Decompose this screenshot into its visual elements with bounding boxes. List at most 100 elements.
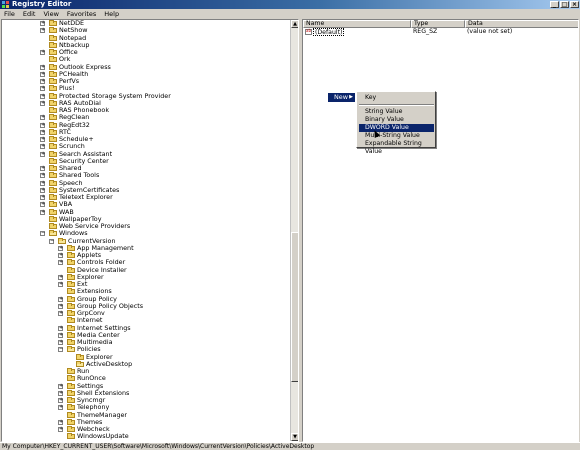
menu-item-string-value[interactable]: String Value <box>359 108 434 116</box>
expand-icon[interactable]: + <box>58 274 63 280</box>
tree-node[interactable]: Extensions <box>2 288 290 295</box>
menu-item-dword-value[interactable]: DWORD Value <box>359 124 434 132</box>
tree-node[interactable]: + WAB <box>2 208 290 216</box>
tree-vertical-scrollbar[interactable]: ▲ ▼ <box>290 20 298 441</box>
expand-icon[interactable]: + <box>40 71 45 77</box>
tree-node[interactable]: + Internet Settings <box>2 324 290 332</box>
expand-icon[interactable]: + <box>58 419 63 425</box>
tree-node[interactable]: Explorer <box>2 353 290 361</box>
tree-node[interactable]: + Multimedia <box>2 338 290 346</box>
collapse-icon[interactable]: − <box>49 238 54 244</box>
tree-node[interactable]: + Webcheck <box>2 425 290 433</box>
expand-icon[interactable]: + <box>40 79 45 84</box>
tree-node[interactable]: Internet <box>2 317 290 324</box>
expand-icon[interactable]: + <box>40 21 45 26</box>
scroll-down-button[interactable]: ▼ <box>291 433 298 441</box>
expand-icon[interactable]: + <box>58 332 63 338</box>
menu-favorites[interactable]: Favorites <box>63 9 100 19</box>
tree-node[interactable]: Ork <box>2 56 290 63</box>
tree-node[interactable]: RAS Phonebook <box>2 106 290 114</box>
expand-icon[interactable]: + <box>58 325 63 331</box>
tree-node[interactable]: + Applets <box>2 251 290 259</box>
tree-node[interactable]: + NetDDE <box>2 20 290 27</box>
expand-icon[interactable]: + <box>40 166 45 171</box>
tree-node[interactable]: WindowsUpdate <box>2 433 290 440</box>
tree-node[interactable]: + Controls Folder <box>2 259 290 266</box>
tree-node[interactable]: + Scrunch <box>2 143 290 150</box>
scroll-thumb[interactable] <box>291 232 298 382</box>
tree-node[interactable]: + PerfVs <box>2 77 290 85</box>
expand-icon[interactable]: + <box>58 390 63 396</box>
tree-node[interactable]: + PCHealth <box>2 70 290 78</box>
column-header-name[interactable]: Name <box>303 20 411 28</box>
menu-item-multi-string-value[interactable]: Multi-String Value <box>359 132 434 140</box>
menu-edit[interactable]: Edit <box>19 9 40 19</box>
expand-icon[interactable]: + <box>40 28 45 34</box>
tree-node[interactable]: + Schedule+ <box>2 135 290 143</box>
menu-view[interactable]: View <box>39 9 62 19</box>
tree-node[interactable]: Notepad <box>2 34 290 42</box>
column-header-type[interactable]: Type <box>411 20 465 28</box>
tree-node[interactable]: + SystemCertificates <box>2 186 290 194</box>
tree-node[interactable]: + Search Assistant <box>2 150 290 158</box>
expand-icon[interactable]: + <box>40 115 45 121</box>
values-pane[interactable]: Name Type Data (Default) REG_SZ (value n… <box>302 19 579 442</box>
tree-node[interactable]: ActiveDesktop <box>2 360 290 368</box>
menu-file[interactable]: File <box>0 9 19 19</box>
tree-node[interactable]: + Ext <box>2 280 290 288</box>
minimize-button[interactable]: _ <box>550 1 559 8</box>
collapse-icon[interactable]: − <box>40 231 45 237</box>
tree-node[interactable]: + Settings <box>2 382 290 390</box>
tree-node[interactable]: ThemeManager <box>2 411 290 419</box>
maximize-button[interactable]: □ <box>560 1 569 8</box>
expand-icon[interactable]: + <box>58 253 63 258</box>
expand-icon[interactable]: + <box>58 405 63 411</box>
column-header-data[interactable]: Data <box>465 20 578 28</box>
tree-node[interactable]: RunOnce <box>2 375 290 382</box>
expand-icon[interactable]: + <box>40 195 45 200</box>
tree-node[interactable]: + Shared <box>2 164 290 172</box>
expand-icon[interactable]: + <box>58 340 63 345</box>
tree-node[interactable]: + Speech <box>2 179 290 187</box>
tree-node[interactable]: + RegEdt32 <box>2 121 290 129</box>
expand-icon[interactable]: + <box>40 151 45 157</box>
tree-node[interactable]: + Telephony <box>2 404 290 411</box>
tree-node[interactable]: + Explorer <box>2 273 290 281</box>
collapse-icon[interactable]: − <box>58 347 63 353</box>
menu-item-binary-value[interactable]: Binary Value <box>359 116 434 124</box>
tree-node[interactable]: Security Center <box>2 157 290 165</box>
expand-icon[interactable]: + <box>40 64 45 70</box>
close-button[interactable]: × <box>570 1 579 8</box>
expand-icon[interactable]: + <box>58 383 63 389</box>
menu-item-key[interactable]: Key <box>359 94 434 102</box>
expand-icon[interactable]: + <box>40 50 45 55</box>
tree-node[interactable]: + Shell Extensions <box>2 389 290 397</box>
tree-node[interactable]: − CurrentVersion <box>2 237 290 245</box>
tree-node[interactable]: + Shared Tools <box>2 172 290 179</box>
tree-node[interactable]: + RAS AutoDial <box>2 99 290 107</box>
expand-icon[interactable]: + <box>40 180 45 186</box>
tree-node[interactable]: Device Installer <box>2 266 290 274</box>
expand-icon[interactable]: + <box>58 245 63 251</box>
tree-node[interactable]: − Policies <box>2 346 290 353</box>
expand-icon[interactable]: + <box>40 144 45 150</box>
tree-node[interactable]: + App Management <box>2 244 290 252</box>
tree-node[interactable]: Web Service Providers <box>2 222 290 230</box>
tree-node[interactable]: + Syncmgr <box>2 396 290 404</box>
value-name[interactable]: (Default) <box>313 28 345 36</box>
tree-node[interactable]: + Protected Storage System Provider <box>2 92 290 100</box>
tree-node[interactable]: + RegClean <box>2 114 290 121</box>
expand-icon[interactable]: + <box>58 398 63 403</box>
scroll-up-button[interactable]: ▲ <box>291 20 298 28</box>
menu-item-expandable-string-value[interactable]: Expandable String Value <box>359 140 434 155</box>
tree-node[interactable]: Run <box>2 367 290 375</box>
expand-icon[interactable]: + <box>40 93 45 99</box>
expand-icon[interactable]: + <box>40 173 45 179</box>
expand-icon[interactable]: + <box>40 129 45 135</box>
tree-node[interactable]: + NetShow <box>2 27 290 34</box>
expand-icon[interactable]: + <box>40 86 45 92</box>
expand-icon[interactable]: + <box>40 187 45 193</box>
expand-icon[interactable]: + <box>58 296 63 302</box>
expand-icon[interactable]: + <box>58 260 63 266</box>
tree-node[interactable]: WallpaperToy <box>2 215 290 223</box>
